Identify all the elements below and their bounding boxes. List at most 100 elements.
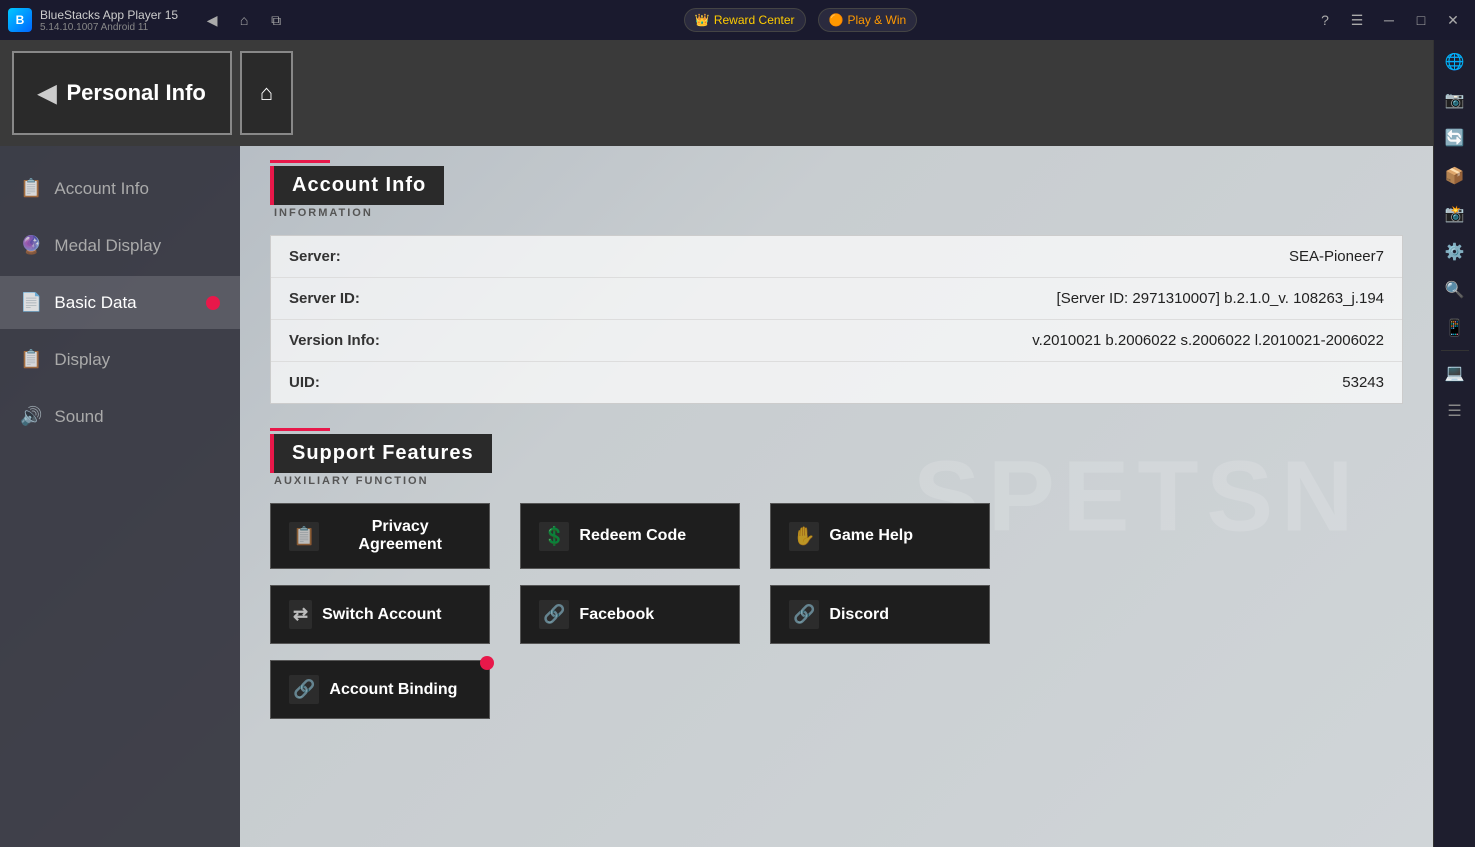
support-features-title: Support Features: [292, 442, 474, 464]
redeem-code-label: Redeem Code: [579, 527, 686, 545]
play-win-label: Play & Win: [848, 13, 907, 27]
back-arrow-icon: ◀: [38, 79, 56, 108]
discord-btn[interactable]: 🔗 Discord: [770, 585, 990, 644]
switch-account-btn[interactable]: ⇄ Switch Account: [270, 585, 490, 644]
nav-copy-btn[interactable]: ⧉: [262, 6, 290, 34]
help-btn[interactable]: ?: [1311, 6, 1339, 34]
app-icon: B: [8, 8, 32, 32]
server-id-label: Server ID:: [289, 290, 429, 307]
reward-center-label: Reward Center: [714, 13, 795, 27]
sidebar-item-account-info[interactable]: 📋 Account Info: [0, 162, 240, 215]
section-divider-support: [270, 428, 330, 431]
account-info-subtitle: INFORMATION: [270, 207, 1403, 219]
title-nav: ◀ ⌂ ⧉: [198, 6, 290, 34]
switch-account-icon: ⇄: [289, 600, 312, 629]
redeem-icon: 💲: [539, 522, 569, 551]
rs-icon-6[interactable]: 🔍: [1437, 272, 1473, 308]
features-grid: 📋 Privacy Agreement 💲 Redeem Code ✋ Game…: [270, 503, 1403, 719]
personal-info-label: Personal Info: [66, 80, 205, 106]
info-row-server-id: Server ID: [Server ID: 2971310007] b.2.1…: [271, 278, 1402, 320]
medal-display-icon: 🔮: [20, 235, 42, 256]
sidebar-basic-data-label: Basic Data: [54, 293, 136, 313]
account-binding-icon: 🔗: [289, 675, 319, 704]
rs-icon-9[interactable]: ☰: [1437, 393, 1473, 429]
rs-icon-7[interactable]: 📱: [1437, 310, 1473, 346]
right-sidebar: 🌐 📷 🔄 📦 📸 ⚙️ 🔍 📱 💻 ☰: [1433, 40, 1475, 847]
privacy-agreement-label: Privacy Agreement: [329, 518, 471, 554]
menu-btn[interactable]: ☰: [1343, 6, 1371, 34]
sound-icon: 🔊: [20, 406, 42, 427]
uid-value: 53243: [1342, 374, 1384, 391]
minimize-btn[interactable]: ─: [1375, 6, 1403, 34]
fire-icon: 🟠: [829, 13, 844, 27]
play-win-btn[interactable]: 🟠 Play & Win: [818, 8, 918, 32]
personal-info-btn[interactable]: ◀ Personal Info: [12, 51, 232, 135]
account-info-title: Account Info: [292, 174, 426, 196]
redeem-code-btn[interactable]: 💲 Redeem Code: [520, 503, 740, 569]
title-bar-right: ? ☰ ─ □ ✕: [1311, 6, 1467, 34]
section-divider-account: [270, 160, 330, 163]
sidebar-display-label: Display: [54, 350, 110, 370]
account-binding-notification: [480, 656, 494, 670]
rs-icon-0[interactable]: 🌐: [1437, 44, 1473, 80]
app-subtitle: 5.14.10.1007 Android 11: [40, 22, 178, 33]
crown-icon: 👑: [695, 13, 710, 27]
account-binding-label: Account Binding: [329, 681, 457, 699]
account-info-section-header: Account Info INFORMATION: [270, 166, 1403, 219]
basic-data-notification: [206, 296, 220, 310]
title-bar: B BlueStacks App Player 15 5.14.10.1007 …: [0, 0, 1475, 40]
title-bar-left: B BlueStacks App Player 15 5.14.10.1007 …: [8, 6, 290, 34]
app-title: BlueStacks App Player 15: [40, 8, 178, 22]
main-panel: Account Info INFORMATION Server: SEA-Pio…: [240, 146, 1433, 847]
reward-center-btn[interactable]: 👑 Reward Center: [684, 8, 806, 32]
switch-account-label: Switch Account: [322, 606, 441, 624]
account-info-table: Server: SEA-Pioneer7 Server ID: [Server …: [270, 235, 1403, 404]
home-icon: ⌂: [260, 80, 273, 106]
game-help-btn[interactable]: ✋ Game Help: [770, 503, 990, 569]
sidebar-medal-display-label: Medal Display: [54, 236, 161, 256]
game-help-label: Game Help: [829, 527, 913, 545]
rs-icon-2[interactable]: 🔄: [1437, 120, 1473, 156]
facebook-btn[interactable]: 🔗 Facebook: [520, 585, 740, 644]
maximize-btn[interactable]: □: [1407, 6, 1435, 34]
rs-icon-8[interactable]: 💻: [1437, 355, 1473, 391]
rs-icon-3[interactable]: 📦: [1437, 158, 1473, 194]
ingame-sidebar: 📋 Account Info 🔮 Medal Display 📄 Basic D…: [0, 146, 240, 847]
sidebar-item-basic-data[interactable]: 📄 Basic Data: [0, 276, 240, 329]
support-features-section-header: Support Features AUXILIARY FUNCTION: [270, 434, 1403, 487]
home-button[interactable]: ⌂: [240, 51, 293, 135]
sidebar-item-sound[interactable]: 🔊 Sound: [0, 390, 240, 443]
server-id-value: [Server ID: 2971310007] b.2.1.0_v. 10826…: [1057, 290, 1384, 307]
account-info-icon: 📋: [20, 178, 42, 199]
account-info-title-box: Account Info: [270, 166, 444, 205]
sidebar-account-info-label: Account Info: [54, 179, 149, 199]
facebook-icon: 🔗: [539, 600, 569, 629]
nav-home-btn[interactable]: ⌂: [230, 6, 258, 34]
game-area: ◀ Personal Info ⌂ SPETSN 📋 Account Info: [0, 40, 1433, 847]
main-content: ◀ Personal Info ⌂ SPETSN 📋 Account Info: [0, 40, 1475, 847]
rs-icon-1[interactable]: 📷: [1437, 82, 1473, 118]
version-label: Version Info:: [289, 332, 429, 349]
display-icon: 📋: [20, 349, 42, 370]
app-info: BlueStacks App Player 15 5.14.10.1007 An…: [40, 8, 178, 33]
basic-data-icon: 📄: [20, 292, 42, 313]
server-value: SEA-Pioneer7: [1289, 248, 1384, 265]
game-top-bar: ◀ Personal Info ⌂: [0, 40, 1433, 146]
close-btn[interactable]: ✕: [1439, 6, 1467, 34]
rs-separator: [1441, 350, 1469, 351]
sidebar-item-medal-display[interactable]: 🔮 Medal Display: [0, 219, 240, 272]
account-binding-btn[interactable]: 🔗 Account Binding: [270, 660, 490, 719]
discord-label: Discord: [829, 606, 889, 624]
rs-icon-4[interactable]: 📸: [1437, 196, 1473, 232]
privacy-agreement-btn[interactable]: 📋 Privacy Agreement: [270, 503, 490, 569]
support-features-subtitle: AUXILIARY FUNCTION: [270, 475, 1403, 487]
facebook-label: Facebook: [579, 606, 654, 624]
nav-back-btn[interactable]: ◀: [198, 6, 226, 34]
game-help-icon: ✋: [789, 522, 819, 551]
support-features-title-box: Support Features: [270, 434, 492, 473]
rs-icon-5[interactable]: ⚙️: [1437, 234, 1473, 270]
sidebar-item-display[interactable]: 📋 Display: [0, 333, 240, 386]
server-label: Server:: [289, 248, 429, 265]
version-value: v.2010021 b.2006022 s.2006022 l.2010021-…: [1032, 332, 1384, 349]
info-row-server: Server: SEA-Pioneer7: [271, 236, 1402, 278]
